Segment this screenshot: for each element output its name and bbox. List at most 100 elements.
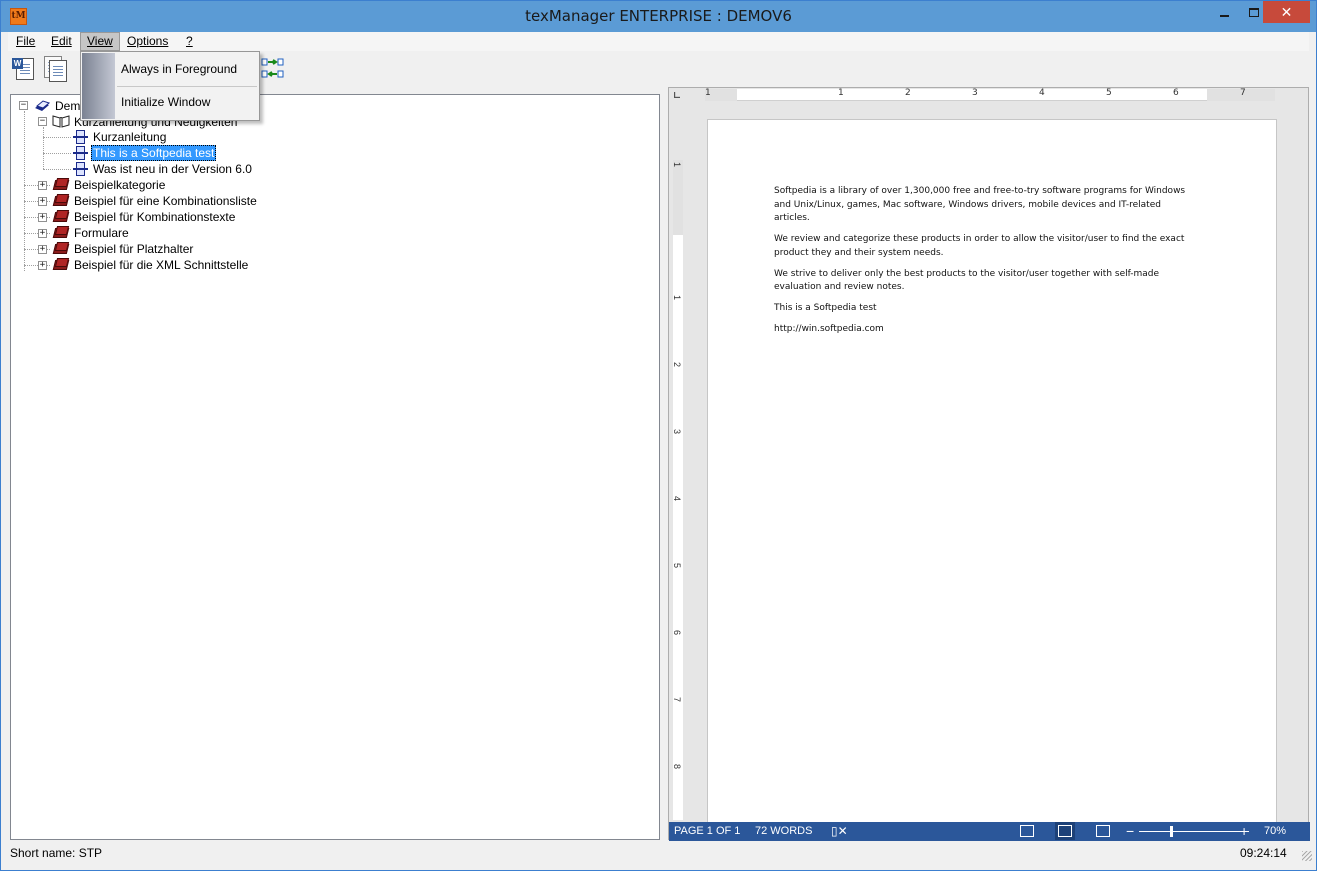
tree-item[interactable]: Kurzanleitung xyxy=(93,129,166,145)
maximize-icon xyxy=(1249,8,1259,18)
tree-item-label: Was ist neu in der Version 6.0 xyxy=(93,162,252,176)
zoom-slider[interactable] xyxy=(1139,831,1249,832)
page-count[interactable]: PAGE 1 OF 1 xyxy=(674,822,740,841)
book-icon xyxy=(52,194,70,207)
title-bar[interactable]: tM texManager ENTERPRISE : DEMOV6 ✕ xyxy=(1,1,1316,32)
status-bar: Short name: STP 09:24:14 xyxy=(1,844,1316,863)
book-icon xyxy=(52,210,70,223)
tree-guide xyxy=(43,169,71,170)
tab-stop-icon[interactable] xyxy=(674,92,680,98)
tree-item-selected[interactable]: This is a Softpedia test xyxy=(91,145,217,161)
ruler-label: 6 xyxy=(672,630,682,636)
menu-file-label: File xyxy=(16,34,36,48)
ruler-label: 8 xyxy=(672,764,682,770)
ruler-label: 4 xyxy=(1039,88,1045,98)
horizontal-ruler[interactable]: 1 1 2 3 4 5 6 7 xyxy=(705,88,1275,101)
tree-expand-toggle[interactable]: + xyxy=(38,197,47,206)
tree-panel[interactable]: − Demo − Kurzanleitung und Neuigkeiten K… xyxy=(10,94,660,840)
book-icon xyxy=(52,226,70,239)
tree-expand-toggle[interactable]: + xyxy=(38,181,47,190)
zoom-out-button[interactable]: − xyxy=(1126,822,1134,841)
window-title: texManager ENTERPRISE : DEMOV6 xyxy=(525,7,792,25)
book-icon xyxy=(52,258,70,271)
tree-guide xyxy=(43,137,71,138)
tree-category-label: Beispiel für eine Kombinationsliste xyxy=(74,194,257,208)
sync-button[interactable] xyxy=(260,56,288,82)
zoom-in-button[interactable]: + xyxy=(1240,822,1248,841)
tree-category-label: Beispielkategorie xyxy=(74,178,166,192)
document-body[interactable]: Softpedia is a library of over 1,300,000… xyxy=(774,185,1199,344)
tree-category[interactable]: Beispiel für die XML Schnittstelle xyxy=(74,257,248,273)
menu-help-label: ? xyxy=(186,34,193,48)
menu-view-label: View xyxy=(87,34,113,48)
menu-edit-label: Edit xyxy=(51,34,72,48)
proofing-icon[interactable]: ▯✕ xyxy=(831,822,848,841)
ruler-label: 2 xyxy=(672,362,682,368)
sync-icon xyxy=(261,58,284,78)
clock: 09:24:14 xyxy=(1240,846,1287,860)
resize-grip-icon[interactable] xyxy=(1302,851,1312,861)
menu-separator xyxy=(117,86,257,87)
tree-expand-toggle[interactable]: + xyxy=(38,261,47,270)
tree-expand-toggle[interactable]: + xyxy=(38,213,47,222)
book-icon xyxy=(52,242,70,255)
menu-item-always-in-foreground[interactable]: Always in Foreground xyxy=(121,58,237,80)
tree-guide xyxy=(24,111,25,271)
tree-category-label: Beispiel für Kombinationstexte xyxy=(74,210,236,224)
menu-item-initialize-window[interactable]: Initialize Window xyxy=(121,91,210,113)
tree-category[interactable]: Formulare xyxy=(74,225,129,241)
open-word-button[interactable]: W xyxy=(12,56,40,82)
ruler-label: 5 xyxy=(672,563,682,569)
tree-item[interactable]: Was ist neu in der Version 6.0 xyxy=(93,161,252,177)
copy-document-icon xyxy=(49,60,67,82)
ruler-label: 7 xyxy=(672,697,682,703)
short-name-status: Short name: STP xyxy=(10,846,103,860)
menu-bar: File Edit View Options ? xyxy=(8,32,1309,51)
ruler-label: 2 xyxy=(905,88,911,98)
database-icon xyxy=(34,98,51,113)
ruler-label: 3 xyxy=(972,88,978,98)
tree-category[interactable]: Beispielkategorie xyxy=(74,177,165,193)
tree-expand-toggle[interactable]: + xyxy=(38,229,47,238)
menu-view[interactable]: View xyxy=(80,32,120,51)
menu-options[interactable]: Options xyxy=(121,32,174,51)
book-icon xyxy=(52,178,70,191)
close-button[interactable]: ✕ xyxy=(1263,1,1310,23)
tree-category[interactable]: Beispiel für Kombinationstexte xyxy=(74,209,235,225)
read-mode-icon[interactable] xyxy=(1020,825,1034,837)
print-layout-icon[interactable] xyxy=(1055,822,1075,840)
tree-category[interactable]: Beispiel für eine Kombinationsliste xyxy=(74,193,257,209)
menu-icon-strip xyxy=(82,53,115,119)
text-block-icon xyxy=(73,162,89,177)
vertical-ruler[interactable]: 1 1 2 3 4 5 6 7 8 xyxy=(672,160,683,820)
ruler-label: 1 xyxy=(672,162,682,168)
copy-document-button[interactable] xyxy=(42,56,70,82)
tree-root-collapse-toggle[interactable]: − xyxy=(19,101,28,110)
tree-expand-toggle[interactable]: + xyxy=(38,245,47,254)
word-count[interactable]: 72 WORDS xyxy=(755,822,812,841)
document-page[interactable]: Softpedia is a library of over 1,300,000… xyxy=(707,119,1277,841)
text-block-icon xyxy=(73,146,89,161)
web-layout-icon[interactable] xyxy=(1096,825,1110,837)
document-paragraph: Softpedia is a library of over 1,300,000… xyxy=(774,186,1186,223)
zoom-slider-thumb[interactable] xyxy=(1170,826,1173,837)
ruler-label: 4 xyxy=(672,496,682,502)
ruler-label: 3 xyxy=(672,429,682,435)
tree-group-collapse-toggle[interactable]: − xyxy=(38,117,47,126)
tree-item-label: This is a Softpedia test xyxy=(91,145,217,161)
document-paragraph: We strive to deliver only the best produ… xyxy=(774,268,1160,293)
ruler-label: 1 xyxy=(838,88,844,98)
tree-category[interactable]: Beispiel für Platzhalter xyxy=(74,241,193,257)
menu-edit[interactable]: Edit xyxy=(45,32,78,51)
word-status-bar: PAGE 1 OF 1 72 WORDS ▯✕ − + 70% xyxy=(669,822,1310,841)
ruler-label: 6 xyxy=(1173,88,1179,98)
menu-file[interactable]: File xyxy=(10,32,41,51)
document-panel: 1 1 2 3 4 5 6 7 1 1 2 3 4 5 6 7 8 Softpe… xyxy=(668,87,1310,841)
tree-guide xyxy=(43,153,71,154)
minimize-button[interactable] xyxy=(1209,1,1239,23)
document-paragraph: http://win.softpedia.com xyxy=(774,324,884,334)
zoom-level[interactable]: 70% xyxy=(1264,822,1286,841)
document-paragraph: We review and categorize these products … xyxy=(774,234,1185,258)
menu-help[interactable]: ? xyxy=(180,32,199,51)
view-menu-dropdown: Always in Foreground Initialize Window xyxy=(80,51,260,121)
